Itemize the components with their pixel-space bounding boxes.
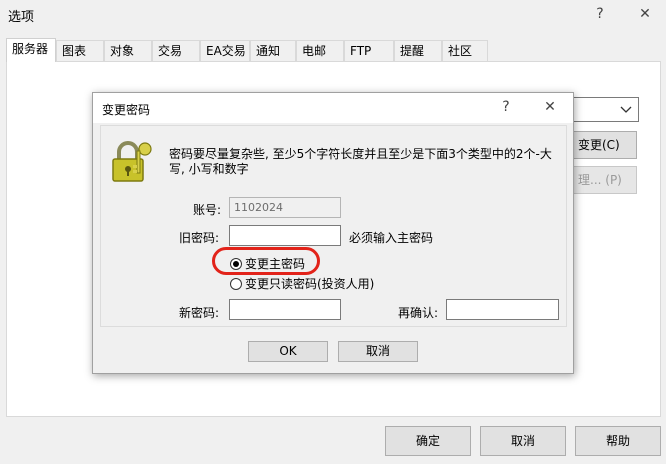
confirm-password-label: 再确认: <box>398 306 439 320</box>
tab-community[interactable]: 社区 <box>442 40 488 62</box>
radio-button[interactable] <box>230 277 242 290</box>
tab-alerts[interactable]: 提醒 <box>394 40 442 62</box>
dialog-ok-button[interactable]: OK <box>248 341 328 362</box>
tab-charts[interactable]: 图表 <box>56 40 104 62</box>
tab-expert-advisors[interactable]: EA交易 <box>200 40 250 62</box>
server-dropdown[interactable] <box>568 97 639 122</box>
close-icon[interactable]: ✕ <box>634 4 656 24</box>
old-password-label: 旧密码: <box>179 231 220 245</box>
confirm-password-input[interactable] <box>446 299 559 320</box>
radio-change-readonly-password[interactable]: 变更只读密码(投资人用) <box>230 275 374 292</box>
dialog-help-icon[interactable]: ? <box>495 97 517 117</box>
tab-server[interactable]: 服务器 <box>6 38 56 62</box>
dialog-cancel-button[interactable]: 取消 <box>338 341 418 362</box>
ok-button[interactable]: 确定 <box>385 426 471 456</box>
tab-trade[interactable]: 交易 <box>152 40 200 62</box>
dialog-titlebar: 变更密码 ? ✕ <box>93 93 573 123</box>
proxy-button[interactable]: 理... (P) <box>573 166 637 194</box>
old-password-hint: 必须输入主密码 <box>349 231 434 245</box>
password-requirements-text: 密码要尽量复杂些, 至少5个字符长度并且至少是下面3个类型中的2个-大写, 小写… <box>169 147 552 176</box>
tab-objects[interactable]: 对象 <box>104 40 152 62</box>
keys-padlock-icon <box>112 141 152 182</box>
new-password-label: 新密码: <box>179 306 220 320</box>
cancel-button[interactable]: 取消 <box>480 426 566 456</box>
change-button[interactable]: 变更(C) <box>573 131 637 159</box>
tab-email[interactable]: 电邮 <box>296 40 344 62</box>
dialog-close-icon[interactable]: ✕ <box>539 97 561 117</box>
help-icon[interactable]: ? <box>589 4 611 24</box>
dialog-title: 变更密码 <box>102 103 151 117</box>
chevron-down-icon <box>620 106 632 113</box>
old-password-input[interactable] <box>229 225 341 246</box>
account-label: 账号: <box>193 203 222 217</box>
radio-readonly-label: 变更只读密码(投资人用) <box>245 277 375 291</box>
help-button[interactable]: 帮助 <box>575 426 661 456</box>
window-title: 选项 <box>8 10 35 25</box>
change-password-dialog: 变更密码 ? ✕ 密码要尽量复杂些, 至少5个字符长度并且至少是下面3个类型中的… <box>92 92 574 374</box>
new-password-input[interactable] <box>229 299 341 320</box>
highlight-annotation-ring <box>212 247 320 275</box>
account-field: 1102024 <box>229 197 341 218</box>
tab-ftp[interactable]: FTP <box>344 40 394 62</box>
tab-notifications[interactable]: 通知 <box>250 40 296 62</box>
